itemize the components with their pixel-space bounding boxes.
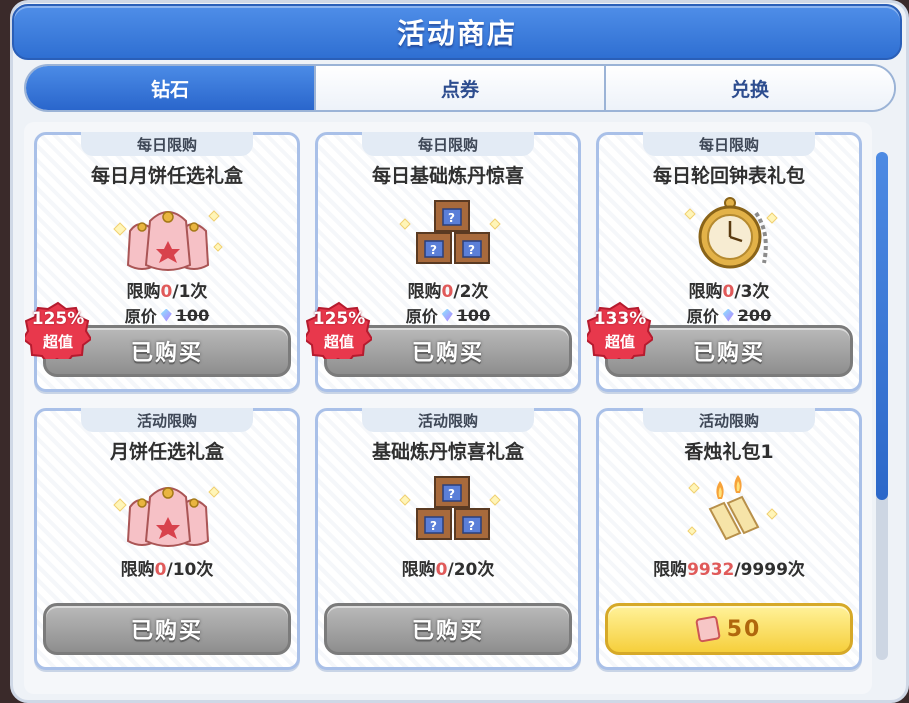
shop-item-card: 每日限购 每日轮回钟表礼包 限购0/3次 原价 200 已购买 133% 超值 (587, 132, 862, 392)
mooncake-bag-icon (113, 486, 220, 547)
limit-used: 0 (154, 560, 167, 580)
gem-icon (160, 308, 172, 322)
purchase-limit: 限购0/3次 (599, 277, 859, 302)
buy-button[interactable]: 50 (605, 603, 853, 655)
limit-tag: 活动限购 (643, 408, 815, 432)
mooncake-bag-icon (113, 210, 223, 271)
badge-label: 超值 (323, 333, 354, 351)
sale-badge-icon: 125% 超值 (306, 301, 372, 359)
shop-item-card: 每日限购 每日月饼任选礼盒 限购0/1次 原价 100 已购买 125% 超值 (25, 132, 300, 392)
purchased-button[interactable]: 已购买 (324, 603, 572, 655)
svg-text:?: ? (430, 519, 437, 533)
tab-exchange[interactable]: 兑换 (604, 66, 894, 110)
shop-item-card: 活动限购 香烛礼包1 限购9932/9999次 50 (596, 408, 862, 670)
ticket-icon (694, 615, 721, 643)
limit-label: 限购 (688, 282, 723, 302)
purchase-limit: 限购0/10次 (37, 555, 297, 580)
item-name: 每日基础炼丹惊喜 (371, 165, 524, 187)
alchemy-box-icon: ??? (399, 200, 501, 264)
item-grid: 每日限购 每日月饼任选礼盒 限购0/1次 原价 100 已购买 125% 超值 … (24, 122, 872, 694)
svg-text:?: ? (448, 487, 455, 501)
badge-label: 超值 (42, 333, 73, 351)
tab-bar: 钻石 点券 兑换 (24, 64, 896, 112)
limit-label: 限购 (401, 560, 436, 580)
limit-total: /9999次 (734, 560, 805, 580)
svg-text:?: ? (468, 519, 475, 533)
badge-percent: 125% (312, 309, 366, 329)
shop-header: 活动商店 (12, 4, 902, 60)
svg-text:?: ? (448, 211, 455, 225)
purchase-limit: 限购0/20次 (318, 555, 578, 580)
original-price-value: 100 (456, 305, 491, 325)
price-value: 50 (726, 616, 762, 642)
purchase-limit: 限购9932/9999次 (599, 555, 859, 580)
purchase-limit: 限购0/1次 (37, 277, 297, 302)
limit-used: 0 (160, 282, 173, 302)
gem-icon (441, 308, 453, 322)
pocket-watch-icon (684, 197, 778, 269)
limit-tag: 每日限购 (81, 132, 253, 156)
limit-tag: 活动限购 (81, 408, 253, 432)
page-title: 活动商店 (396, 17, 517, 50)
original-price-label: 原价 (686, 307, 719, 326)
purchase-limit: 限购0/2次 (318, 277, 578, 302)
limit-total: /2次 (453, 282, 489, 302)
limit-tag: 每日限购 (362, 132, 534, 156)
candle-icon (687, 475, 778, 541)
svg-text:?: ? (430, 243, 437, 257)
original-price-value: 200 (737, 305, 772, 325)
limit-tag: 每日限购 (643, 132, 815, 156)
limit-total: /20次 (447, 560, 495, 580)
limit-tag: 活动限购 (362, 408, 534, 432)
sale-badge-icon: 133% 超值 (587, 301, 653, 359)
limit-used: 9932 (687, 560, 735, 580)
limit-label: 限购 (407, 282, 442, 302)
gem-icon (722, 308, 734, 322)
limit-label: 限购 (120, 560, 155, 580)
badge-percent: 125% (31, 309, 85, 329)
badge-label: 超值 (604, 333, 635, 351)
limit-total: /1次 (172, 282, 208, 302)
limit-used: 0 (435, 560, 448, 580)
limit-total: /10次 (166, 560, 214, 580)
limit-total: /3次 (734, 282, 770, 302)
scrollbar-thumb[interactable] (876, 152, 888, 500)
badge-percent: 133% (593, 309, 647, 329)
svg-text:?: ? (468, 243, 475, 257)
tab-coupon[interactable]: 点券 (314, 66, 604, 110)
scrollbar[interactable] (876, 152, 888, 660)
shop-item-card: 每日限购 每日基础炼丹惊喜 ??? 限购0/2次 原价 100 已购买 125%… (306, 132, 581, 392)
tab-diamond[interactable]: 钻石 (26, 66, 314, 110)
original-price-value: 100 (175, 305, 210, 325)
item-name: 每日轮回钟表礼包 (652, 165, 805, 187)
item-name: 基础炼丹惊喜礼盒 (371, 441, 524, 463)
purchased-button[interactable]: 已购买 (43, 603, 291, 655)
shop-item-card: 活动限购 月饼任选礼盒 限购0/10次 已购买 (34, 408, 300, 670)
item-name: 香烛礼包1 (684, 441, 774, 463)
sale-badge-icon: 125% 超值 (25, 301, 91, 359)
limit-used: 0 (441, 282, 454, 302)
limit-label: 限购 (126, 282, 161, 302)
item-name: 月饼任选礼盒 (109, 441, 224, 463)
original-price-label: 原价 (405, 307, 438, 326)
shop-item-card: 活动限购 基础炼丹惊喜礼盒 ??? 限购0/20次 已购买 (315, 408, 581, 670)
limit-label: 限购 (653, 560, 688, 580)
limit-used: 0 (722, 282, 735, 302)
alchemy-box-icon: ??? (399, 476, 501, 540)
original-price-label: 原价 (124, 307, 157, 326)
item-name: 每日月饼任选礼盒 (90, 165, 243, 187)
